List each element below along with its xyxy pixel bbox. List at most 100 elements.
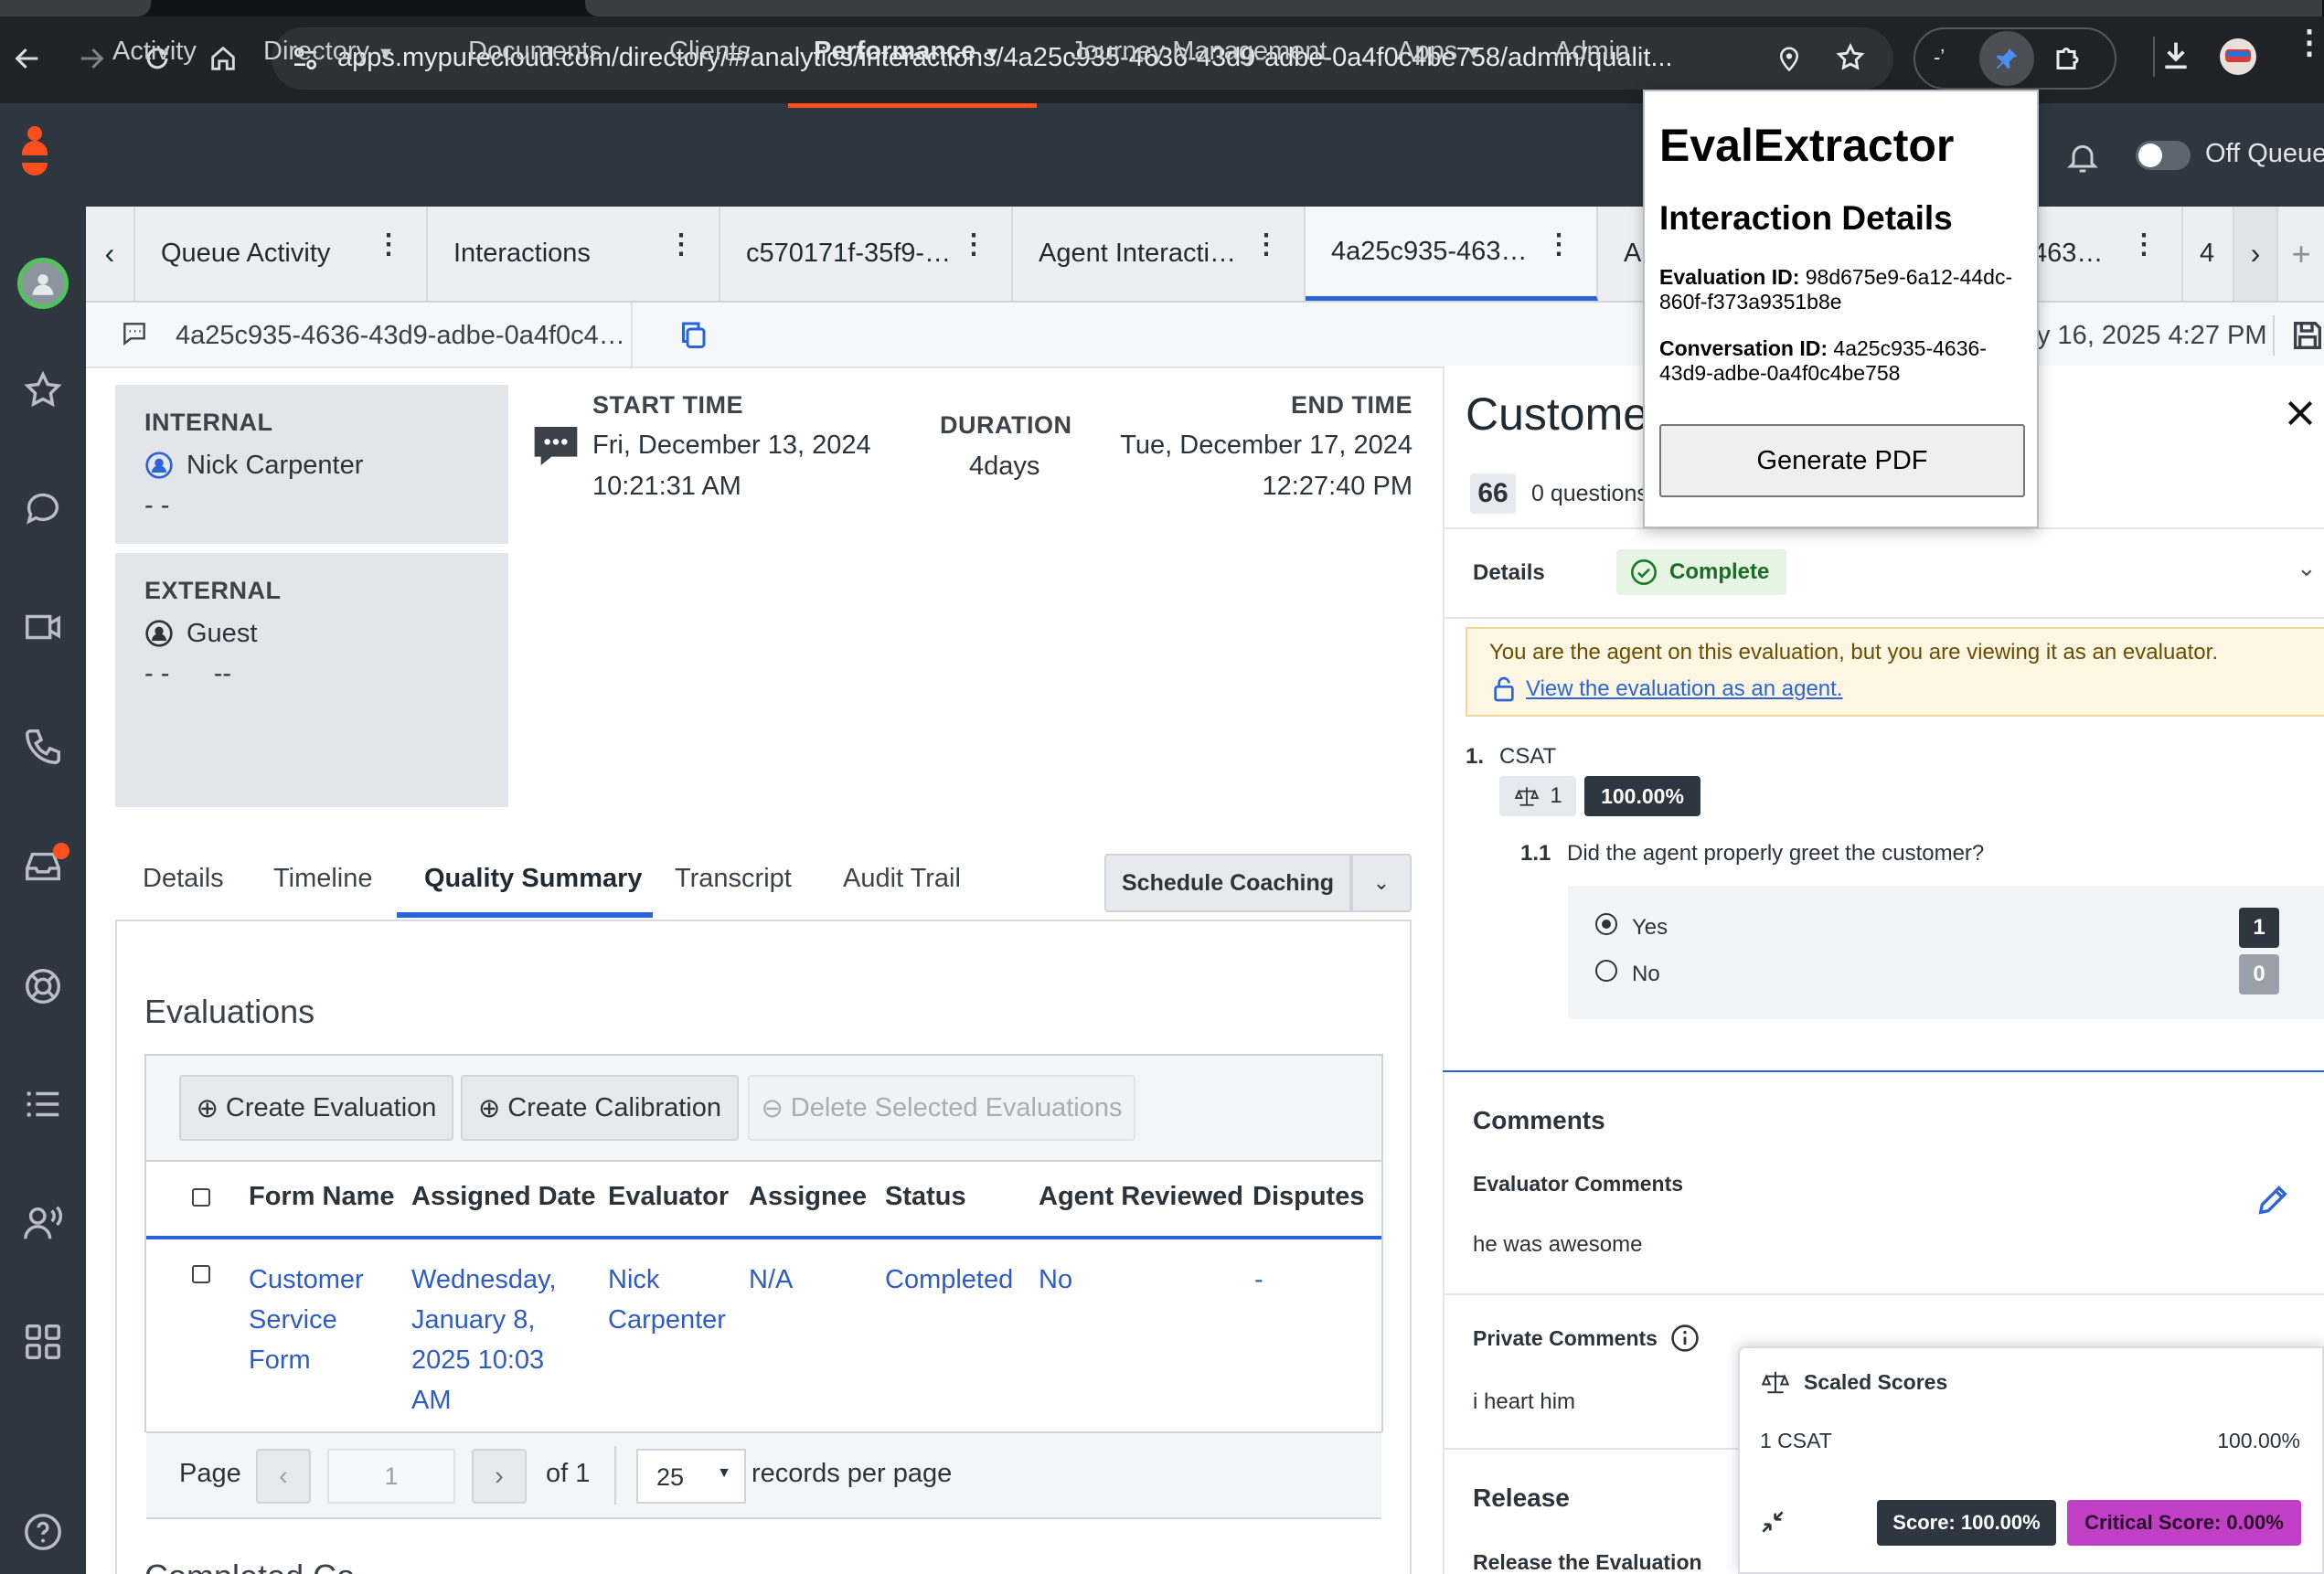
copy-icon[interactable] <box>677 318 709 356</box>
forward-icon[interactable] <box>66 33 117 84</box>
tab-menu-icon[interactable]: ⋮ <box>1253 231 1280 259</box>
coaching-dropdown-button[interactable]: ⌄ <box>1351 854 1412 912</box>
info-icon[interactable] <box>1669 1323 1700 1358</box>
chevron-down-icon[interactable]: ⌄ <box>2297 554 2317 582</box>
end-time-label: END TIME <box>1290 391 1413 419</box>
tab-conversation-4a25c935[interactable]: 4a25c935-463… ⋮ <box>1306 207 1598 301</box>
col-agent-reviewed[interactable]: Agent Reviewed <box>1039 1182 1243 1212</box>
release-title: Release <box>1473 1484 1570 1512</box>
create-evaluation-button[interactable]: ⊕ Create Evaluation <box>179 1075 453 1141</box>
tab-menu-icon[interactable]: ⋮ <box>375 231 402 259</box>
favorites-star-icon[interactable] <box>11 363 75 418</box>
tab-details[interactable]: Details <box>143 864 224 894</box>
list-icon[interactable] <box>11 1077 75 1132</box>
tab-label: 4 <box>2200 239 2215 268</box>
queue-toggle[interactable] <box>2136 141 2191 170</box>
nav-item-directory[interactable]: Directory ▼ <box>263 37 395 67</box>
view-as-agent-link[interactable]: View the evaluation as an agent. <box>1526 676 1842 702</box>
evaluations-title: Evaluations <box>144 993 315 1030</box>
chevron-down-icon: ⌄ <box>1372 871 1391 894</box>
scale-icon <box>1760 1368 1791 1400</box>
tab-quality-summary[interactable]: Quality Summary <box>424 864 643 894</box>
download-icon[interactable] <box>2158 37 2194 78</box>
col-status[interactable]: Status <box>885 1182 966 1212</box>
section-number: 1. <box>1466 744 1485 769</box>
tab-audit-trail[interactable]: Audit Trail <box>843 864 961 894</box>
nav-item-activity[interactable]: Activity <box>112 37 197 67</box>
prev-page-button[interactable]: ‹ <box>256 1449 311 1504</box>
presence-avatar[interactable] <box>11 256 75 311</box>
tab-truncated[interactable]: 4 <box>2183 207 2234 301</box>
phone-icon[interactable] <box>11 719 75 774</box>
inbox-icon[interactable] <box>11 839 75 894</box>
radio-yes-selected[interactable] <box>1595 913 1617 935</box>
schedule-coaching-button[interactable]: Schedule Coaching <box>1104 854 1351 912</box>
tab-menu-icon[interactable]: ⋮ <box>2130 231 2158 259</box>
tab-menu-icon[interactable]: ⋮ <box>960 231 987 259</box>
edit-pencil-icon[interactable] <box>2255 1182 2291 1223</box>
delete-evaluations-button[interactable]: ⊖ Delete Selected Evaluations <box>748 1075 1135 1141</box>
col-disputes[interactable]: Disputes <box>1253 1182 1364 1212</box>
col-assigned-date[interactable]: Assigned Date <box>411 1182 595 1212</box>
row-form-name-link[interactable]: Customer Service Form <box>249 1260 395 1380</box>
nav-item-clients[interactable]: Clients <box>669 37 751 67</box>
browser-menu-icon[interactable]: ⋮ <box>2293 26 2324 58</box>
private-comments-label: Private Comments <box>1473 1326 1658 1350</box>
tab-menu-icon[interactable]: ⋮ <box>1545 231 1572 259</box>
col-form-name[interactable]: Form Name <box>249 1182 395 1212</box>
tab-interactions[interactable]: Interactions ⋮ <box>428 207 720 301</box>
profile-avatar[interactable] <box>2220 38 2256 75</box>
back-icon[interactable] <box>2 33 53 84</box>
tabs-scroll-right[interactable]: › <box>2234 207 2278 301</box>
generate-pdf-button[interactable]: Generate PDF <box>1659 424 2025 497</box>
row-evaluator[interactable]: Nick Carpenter <box>608 1260 736 1340</box>
evaluation-id-label: Evaluation ID: <box>1659 265 1800 289</box>
speaking-user-icon[interactable] <box>11 1196 75 1250</box>
page-input[interactable]: 1 <box>327 1449 455 1504</box>
apps-grid-icon[interactable] <box>11 1314 75 1369</box>
chat-icon[interactable] <box>11 480 75 535</box>
row-status: Completed <box>885 1265 1014 1294</box>
next-page-button[interactable]: › <box>472 1449 527 1504</box>
nav-item-documents[interactable]: Documents <box>468 37 602 67</box>
row-checkbox[interactable] <box>192 1265 210 1283</box>
location-icon[interactable] <box>1775 42 1803 82</box>
nav-item-admin[interactable]: Admin <box>1554 37 1629 67</box>
tab-timeline[interactable]: Timeline <box>273 864 373 894</box>
status-badge: Complete <box>1616 549 1786 595</box>
tab-queue-activity[interactable]: Queue Activity ⋮ <box>135 207 428 301</box>
puzzle-icon[interactable] <box>2052 42 2085 80</box>
help-icon[interactable] <box>11 1505 75 1559</box>
create-calibration-button[interactable]: ⊕ Create Calibration <box>461 1075 739 1141</box>
end-date: Tue, December 17, 2024 <box>1120 431 1413 460</box>
select-all-checkbox[interactable] <box>192 1188 210 1207</box>
tabs-scroll-left[interactable]: ‹ <box>86 207 135 301</box>
bell-icon[interactable] <box>2064 137 2101 182</box>
col-evaluator[interactable]: Evaluator <box>608 1182 729 1212</box>
per-page-select[interactable]: 25 ▼ <box>636 1449 746 1504</box>
pin-extension-icon[interactable] <box>1979 31 2034 86</box>
comments-title: Comments <box>1473 1106 1605 1134</box>
tab-transcript[interactable]: Transcript <box>675 864 792 894</box>
add-tab-icon[interactable]: + <box>2278 207 2324 301</box>
nav-item-journey-management[interactable]: Journey Management <box>1071 37 1327 67</box>
tab-menu-icon[interactable]: ⋮ <box>667 231 695 259</box>
save-icon[interactable] <box>2289 317 2324 358</box>
close-icon[interactable] <box>2282 395 2319 436</box>
radio-no[interactable] <box>1595 960 1617 982</box>
row-assigned-date: Wednesday, January 8, 2025 10:03 AM <box>411 1265 557 1415</box>
home-icon[interactable] <box>197 33 249 84</box>
collapse-icon[interactable] <box>1758 1507 1787 1541</box>
bookmark-star-icon[interactable] <box>1835 42 1866 80</box>
video-icon[interactable] <box>11 600 75 654</box>
extension-icon[interactable]: -ʼ <box>1934 46 1945 69</box>
nav-item-performance[interactable]: Performance ▼ <box>814 37 1001 67</box>
tab-agent-interactions[interactable]: Agent Interacti… ⋮ <box>1013 207 1306 301</box>
nav-item-apps[interactable]: Apps ▼ <box>1397 37 1483 67</box>
help-lifebuoy-icon[interactable] <box>11 959 75 1014</box>
tab-conversation-c570171f[interactable]: c570171f-35f9-… ⋮ <box>720 207 1013 301</box>
divider <box>1443 1293 2324 1295</box>
divider <box>2273 315 2275 356</box>
agent-notice: You are the agent on this evaluation, bu… <box>1466 627 2324 717</box>
col-assignee[interactable]: Assignee <box>749 1182 867 1212</box>
